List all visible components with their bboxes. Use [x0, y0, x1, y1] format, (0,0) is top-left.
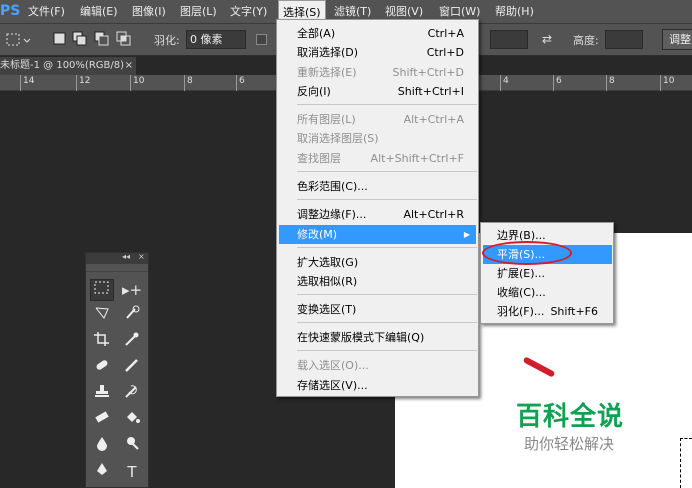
menu-separator: [297, 350, 477, 351]
menu-item-modify[interactable]: 修改(M) ▶: [279, 225, 476, 244]
submenu-item-feather[interactable]: 羽化(F)... Shift+F6: [483, 302, 612, 321]
menu-item-select-all[interactable]: 全部(A) Ctrl+A: [279, 24, 476, 43]
clone-stamp-tool-icon[interactable]: [90, 383, 114, 405]
menu-item-reselect[interactable]: 重新选择(E) Shift+Ctrl+D: [279, 63, 476, 82]
document-tab[interactable]: 未标题-1 @ 100%(RGB/8) ×: [0, 57, 136, 75]
ruler-tick: 4: [500, 75, 509, 91]
anti-alias-checkbox[interactable]: [256, 34, 267, 45]
menu-item-save-selection[interactable]: 存储选区(V)...: [279, 376, 476, 395]
panel-grip[interactable]: [86, 264, 148, 272]
menu-item-quick-mask[interactable]: 在快速蒙版模式下编辑(Q): [279, 328, 476, 347]
tools-panel: ◂◂ × ▸+ T: [85, 252, 149, 488]
refine-edge-button[interactable]: 调整: [662, 29, 692, 50]
marquee-tool-icon[interactable]: [90, 279, 114, 301]
history-brush-tool-icon[interactable]: [120, 383, 144, 405]
crop-tool-icon[interactable]: [90, 331, 114, 353]
photoshop-logo: PS: [0, 3, 21, 19]
eraser-tool-icon[interactable]: [90, 409, 114, 431]
menu-help[interactable]: 帮助(H): [491, 0, 538, 24]
close-panel-icon[interactable]: ×: [138, 252, 145, 261]
menu-item-similar[interactable]: 选取相似(R): [279, 272, 476, 291]
ruler-tick: 8: [184, 75, 193, 91]
feather-input[interactable]: 0 像素: [186, 30, 246, 49]
menu-item-inverse[interactable]: 反向(I) Shift+Ctrl+I: [279, 82, 476, 101]
feather-label: 羽化:: [154, 34, 180, 47]
tools-panel-header: ◂◂ ×: [86, 252, 148, 264]
pen-tool-icon[interactable]: [90, 461, 114, 483]
menu-item-find-layers[interactable]: 查找图层 Alt+Shift+Ctrl+F: [279, 149, 476, 168]
menu-file[interactable]: 文件(F): [24, 0, 69, 24]
document-title: 未标题-1 @ 100%(RGB/8): [0, 60, 125, 71]
dodge-tool-icon[interactable]: [120, 435, 144, 457]
menu-image[interactable]: 图像(I): [128, 0, 170, 24]
ruler-tick: 6: [553, 75, 562, 91]
marquee-preset-icon[interactable]: [6, 33, 32, 51]
menu-item-color-range[interactable]: 色彩范围(C)...: [279, 177, 476, 196]
ruler-tick: 8: [606, 75, 615, 91]
menu-edit[interactable]: 编辑(E): [76, 0, 122, 24]
eyedropper-tool-icon[interactable]: [120, 331, 144, 353]
menu-separator: [297, 171, 477, 172]
menu-separator: [297, 322, 477, 323]
swap-icon[interactable]: ⇄: [542, 32, 552, 50]
height-label: 高度:: [573, 34, 599, 47]
menu-separator: [297, 104, 477, 105]
add-selection-icon[interactable]: [72, 31, 88, 49]
paint-bucket-tool-icon[interactable]: [120, 409, 144, 431]
menu-item-transform-selection[interactable]: 变换选区(T): [279, 300, 476, 319]
ruler-tick: 10: [130, 75, 144, 91]
close-tab-icon[interactable]: ×: [125, 57, 133, 75]
menu-item-grow[interactable]: 扩大选取(G): [279, 253, 476, 272]
ruler-tick: 14: [20, 75, 34, 91]
type-tool-icon[interactable]: T: [120, 461, 144, 483]
ruler-tick: 12: [76, 75, 90, 91]
brush-tool-icon[interactable]: [120, 357, 144, 379]
menu-type[interactable]: 文字(Y): [226, 0, 271, 24]
ruler-tick: 6: [236, 75, 245, 91]
menu-separator: [297, 247, 477, 248]
quick-select-tool-icon[interactable]: [120, 305, 144, 327]
menu-separator: [297, 294, 477, 295]
menu-item-load-selection[interactable]: 载入选区(O)...: [279, 356, 476, 375]
menu-layer[interactable]: 图层(L): [176, 0, 221, 24]
menu-item-all-layers[interactable]: 所有图层(L) Alt+Ctrl+A: [279, 110, 476, 129]
healing-brush-tool-icon[interactable]: [90, 357, 114, 379]
annotation-ellipse: [482, 241, 572, 265]
menu-separator: [297, 199, 477, 200]
watermark-title: 百科全说: [516, 402, 625, 432]
intersect-selection-icon[interactable]: [116, 31, 132, 49]
menu-item-deselect[interactable]: 取消选择(D) Ctrl+D: [279, 43, 476, 62]
watermark-subtitle: 助你轻松解决: [524, 435, 615, 453]
subtract-selection-icon[interactable]: [94, 31, 110, 49]
submenu-item-expand[interactable]: 扩展(E)...: [483, 264, 612, 283]
selection-marquee: [680, 438, 692, 488]
move-tool-icon[interactable]: ▸+: [120, 279, 144, 301]
modify-submenu: 边界(B)... 平滑(S)... 扩展(E)... 收缩(C)... 羽化(F…: [480, 222, 614, 324]
select-menu-dropdown: 全部(A) Ctrl+A 取消选择(D) Ctrl+D 重新选择(E) Shift+C…: [276, 19, 479, 397]
ruler-tick: 10: [660, 75, 674, 91]
menu-item-refine-edge[interactable]: 调整边缘(F)... Alt+Ctrl+R: [279, 205, 476, 224]
submenu-arrow-icon: ▶: [463, 230, 470, 239]
menu-item-deselect-layers[interactable]: 取消选择图层(S): [279, 129, 476, 148]
width-input[interactable]: [490, 30, 528, 49]
lasso-tool-icon[interactable]: [90, 305, 114, 327]
height-input[interactable]: [605, 30, 643, 49]
blur-tool-icon[interactable]: [90, 435, 114, 457]
collapse-icon[interactable]: ◂◂: [122, 252, 130, 261]
submenu-item-contract[interactable]: 收缩(C)...: [483, 283, 612, 302]
new-selection-icon[interactable]: [52, 31, 68, 49]
